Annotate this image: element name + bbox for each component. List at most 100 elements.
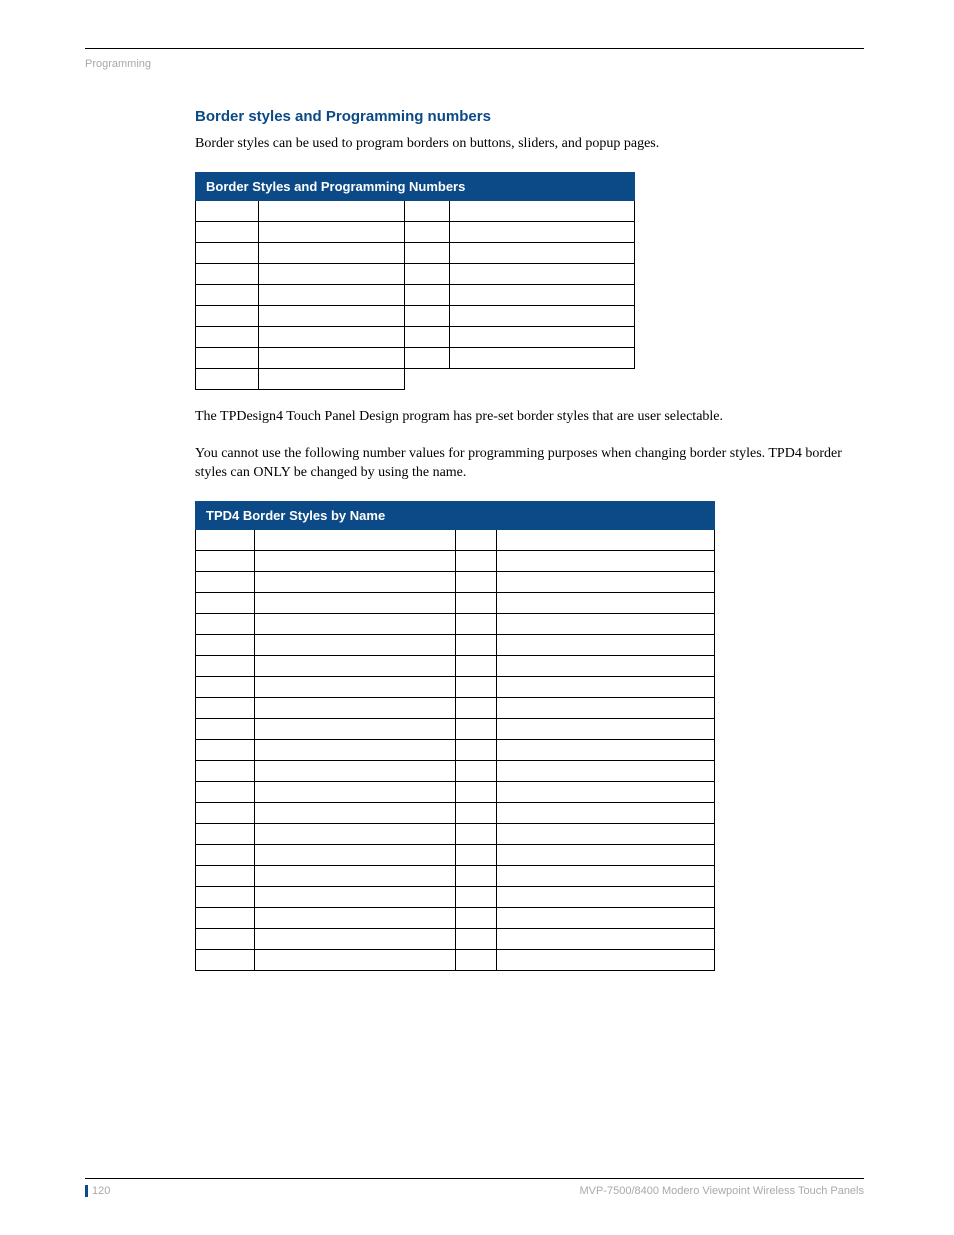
table-row [196, 571, 715, 592]
table-cell [196, 907, 255, 928]
table-row [196, 802, 715, 823]
table-cell [456, 634, 497, 655]
table-cell [456, 760, 497, 781]
table1-title: Border Styles and Programming Numbers [196, 172, 635, 200]
table-row [196, 865, 715, 886]
table-cell [456, 949, 497, 970]
table-row [196, 907, 715, 928]
table2-title: TPD4 Border Styles by Name [196, 501, 715, 529]
table-cell [255, 655, 456, 676]
table-cell [497, 655, 715, 676]
table-cell [196, 284, 259, 305]
table-cell [497, 886, 715, 907]
table-cell [259, 305, 405, 326]
table-cell [255, 865, 456, 886]
table-cell [450, 347, 635, 368]
border-styles-numbers-table: Border Styles and Programming Numbers [195, 172, 635, 390]
table-cell [255, 718, 456, 739]
table-row [196, 949, 715, 970]
table-cell [405, 326, 450, 347]
table-row [196, 368, 635, 389]
table-cell [497, 550, 715, 571]
table-cell [196, 865, 255, 886]
section-title: Border styles and Programming numbers [195, 108, 865, 125]
table-row [196, 739, 715, 760]
table-row [196, 242, 635, 263]
table-cell [196, 739, 255, 760]
table-row [196, 655, 715, 676]
table-cell [405, 347, 450, 368]
table-cell [255, 823, 456, 844]
table-row [196, 760, 715, 781]
mid-paragraph-1: The TPDesign4 Touch Panel Design program… [195, 408, 865, 427]
table-row [196, 697, 715, 718]
table-cell [259, 242, 405, 263]
table-cell [196, 221, 259, 242]
table-cell [255, 886, 456, 907]
table-cell [196, 718, 255, 739]
page-number: 120 [85, 1185, 110, 1197]
table-cell [255, 634, 456, 655]
table-row [196, 529, 715, 550]
table-cell [196, 550, 255, 571]
top-rule [85, 48, 864, 49]
table-cell [456, 592, 497, 613]
table-row [196, 886, 715, 907]
table-cell [255, 928, 456, 949]
table-cell [255, 550, 456, 571]
table-row [196, 592, 715, 613]
table-cell [456, 928, 497, 949]
table-cell [259, 263, 405, 284]
table-row [196, 550, 715, 571]
table-row [196, 263, 635, 284]
running-header: Programming [85, 58, 151, 70]
table-cell [255, 907, 456, 928]
table-cell [196, 242, 259, 263]
table-cell [196, 634, 255, 655]
table-cell [196, 305, 259, 326]
table-cell [196, 592, 255, 613]
table-cell [255, 760, 456, 781]
table-cell [497, 634, 715, 655]
table-cell [196, 697, 255, 718]
table-cell [196, 326, 259, 347]
table-cell [450, 284, 635, 305]
table-cell [497, 865, 715, 886]
table-cell [456, 865, 497, 886]
table-cell [255, 571, 456, 592]
table-cell [456, 550, 497, 571]
table-row [196, 928, 715, 949]
table-cell [497, 928, 715, 949]
table-row [196, 844, 715, 865]
table-row [196, 200, 635, 221]
table-cell [196, 571, 255, 592]
table-cell [255, 739, 456, 760]
table-cell [456, 529, 497, 550]
table-cell [497, 592, 715, 613]
table-cell [456, 571, 497, 592]
table-cell [196, 613, 255, 634]
table-cell [196, 844, 255, 865]
table-cell [456, 907, 497, 928]
main-content: Border styles and Programming numbers Bo… [195, 108, 865, 989]
table-cell [456, 718, 497, 739]
table-cell [456, 739, 497, 760]
table-cell [450, 263, 635, 284]
table-cell [196, 823, 255, 844]
table-cell [255, 949, 456, 970]
table-row [196, 326, 635, 347]
table-cell [456, 613, 497, 634]
table-cell [497, 718, 715, 739]
table-cell [450, 305, 635, 326]
table-cell [196, 886, 255, 907]
table-cell [450, 221, 635, 242]
table-cell [497, 802, 715, 823]
table-cell [259, 284, 405, 305]
table-row [196, 718, 715, 739]
table-cell [497, 571, 715, 592]
table-cell [497, 613, 715, 634]
table-cell [497, 844, 715, 865]
table-cell [456, 823, 497, 844]
table-cell [456, 886, 497, 907]
table-cell [196, 928, 255, 949]
